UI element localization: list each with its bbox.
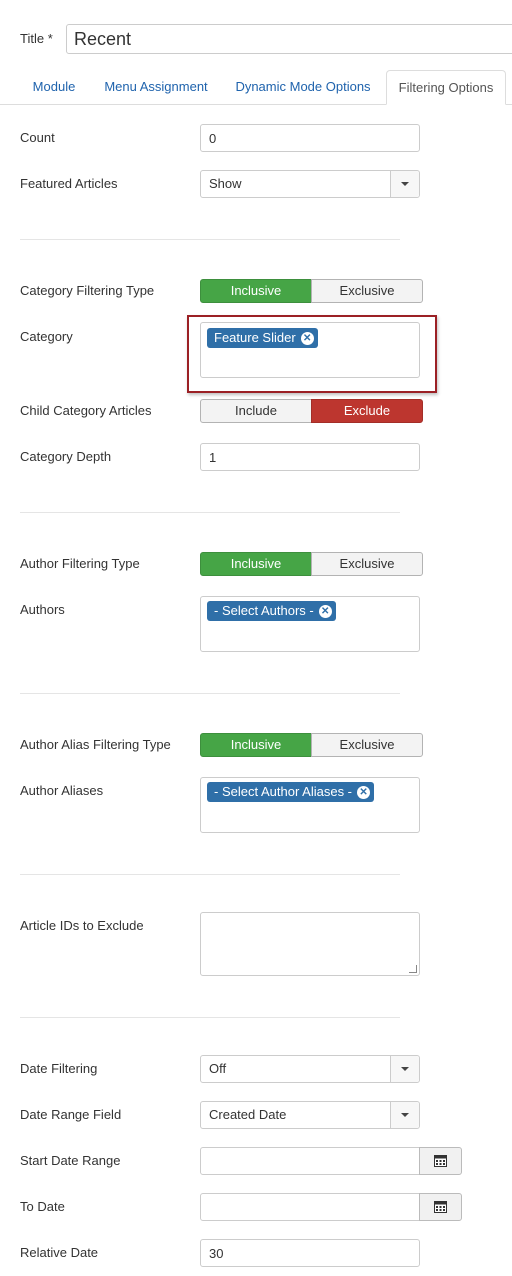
author-inclusive-button[interactable]: Inclusive (200, 552, 312, 576)
child-category-articles-label: Child Category Articles (20, 403, 152, 418)
date-range-field-select[interactable]: Created Date (200, 1101, 420, 1129)
authors-tag: - Select Authors - ✕ (207, 601, 336, 621)
tab-filtering-options[interactable]: Filtering Options (386, 70, 506, 105)
category-filtering-type-toggle: Inclusive Exclusive (200, 279, 423, 303)
tab-dynamic-mode-options[interactable]: Dynamic Mode Options (224, 70, 382, 104)
to-date-calendar-button[interactable] (419, 1193, 462, 1221)
divider (20, 512, 400, 513)
date-range-field-value: Created Date (209, 1107, 287, 1122)
relative-date-label: Relative Date (20, 1245, 99, 1260)
start-date-input[interactable] (200, 1147, 420, 1175)
to-date-input[interactable] (200, 1193, 420, 1221)
to-date-label: To Date (20, 1199, 65, 1214)
author-aliases-label: Author Aliases (20, 783, 104, 798)
date-range-field-label: Date Range Field (20, 1107, 122, 1122)
relative-date-input[interactable] (200, 1239, 420, 1267)
author-filtering-type-toggle: Inclusive Exclusive (200, 552, 423, 576)
tab-bar: Module Menu Assignment Dynamic Mode Opti… (0, 70, 512, 105)
featured-articles-label: Featured Articles (20, 176, 118, 191)
divider (20, 693, 400, 694)
divider (20, 239, 400, 240)
start-date-calendar-button[interactable] (419, 1147, 462, 1175)
category-filtering-type-label: Category Filtering Type (20, 283, 155, 298)
authors-tag-input[interactable]: - Select Authors - ✕ (200, 596, 420, 652)
date-filtering-label: Date Filtering (20, 1061, 98, 1076)
authors-label: Authors (20, 602, 65, 617)
child-category-articles-toggle: Include Exclude (200, 399, 423, 423)
date-filtering-select[interactable]: Off (200, 1055, 420, 1083)
count-label: Count (20, 130, 55, 145)
divider (20, 1017, 400, 1018)
author-exclusive-button[interactable]: Exclusive (311, 552, 423, 576)
author-alias-filtering-type-toggle: Inclusive Exclusive (200, 733, 423, 757)
article-ids-label: Article IDs to Exclude (20, 918, 144, 933)
chevron-down-icon (390, 1102, 419, 1128)
category-label: Category (20, 329, 73, 344)
tab-module[interactable]: Module (20, 70, 88, 104)
author-aliases-tag: - Select Author Aliases - ✕ (207, 782, 375, 802)
calendar-icon (434, 1201, 447, 1213)
count-input[interactable] (200, 124, 420, 152)
author-alias-inclusive-button[interactable]: Inclusive (200, 733, 312, 757)
category-depth-label: Category Depth (20, 449, 112, 464)
category-depth-input[interactable] (200, 443, 420, 471)
remove-tag-icon[interactable]: ✕ (318, 605, 332, 618)
chevron-down-icon (390, 1056, 419, 1082)
tab-menu-assignment[interactable]: Menu Assignment (92, 70, 220, 104)
featured-articles-value: Show (209, 176, 242, 191)
author-aliases-tag-input[interactable]: - Select Author Aliases - ✕ (200, 777, 420, 833)
author-alias-filtering-type-label: Author Alias Filtering Type (20, 737, 171, 752)
authors-tag-label: - Select Authors - (214, 603, 314, 618)
category-exclusive-button[interactable]: Exclusive (311, 279, 423, 303)
category-inclusive-button[interactable]: Inclusive (200, 279, 312, 303)
start-date-range-label: Start Date Range (20, 1153, 121, 1168)
featured-articles-select[interactable]: Show (200, 170, 420, 198)
title-label: Title * (20, 31, 53, 46)
title-input[interactable] (66, 24, 512, 54)
author-filtering-type-label: Author Filtering Type (20, 556, 140, 571)
resize-handle-icon[interactable] (409, 965, 417, 973)
remove-tag-icon[interactable]: ✕ (357, 786, 371, 799)
author-alias-exclusive-button[interactable]: Exclusive (311, 733, 423, 757)
chevron-down-icon (390, 171, 419, 197)
child-category-include-button[interactable]: Include (200, 399, 312, 423)
divider (20, 874, 400, 875)
child-category-exclude-button[interactable]: Exclude (311, 399, 423, 423)
article-ids-textarea[interactable] (200, 912, 420, 976)
highlight-box (187, 315, 437, 393)
author-aliases-tag-label: - Select Author Aliases - (214, 784, 353, 799)
date-filtering-value: Off (209, 1061, 227, 1076)
calendar-icon (434, 1155, 447, 1167)
